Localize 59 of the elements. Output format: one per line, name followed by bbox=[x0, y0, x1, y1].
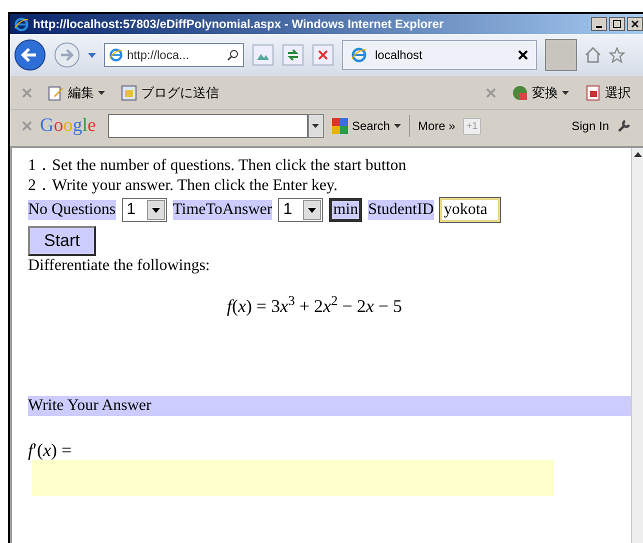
scroll-up-icon bbox=[634, 152, 642, 157]
edit-icon bbox=[48, 84, 64, 100]
instruction-text: 2．Write your answer. Then click the Enter key. bbox=[28, 176, 338, 196]
toolbar-label[interactable]: 変換 bbox=[532, 82, 558, 102]
close-button[interactable] bbox=[627, 17, 643, 31]
close-icon bbox=[631, 20, 639, 28]
caret-icon bbox=[152, 208, 160, 212]
maximize-icon bbox=[613, 20, 621, 28]
blog-icon bbox=[121, 84, 137, 100]
address-field[interactable]: http://loca... bbox=[104, 43, 244, 67]
browser-icon bbox=[14, 16, 29, 32]
globe-icon bbox=[512, 84, 528, 100]
dropdown-button[interactable] bbox=[308, 114, 324, 138]
formula: f(x) = 3x$^{3}$ + 2x$^{2}$ − 2x − 5 bbox=[226, 296, 402, 316]
window-title: http://localhost:57803/eDiffPolynomial.aspx - Windows Internet Explorer bbox=[33, 16, 444, 33]
document-icon bbox=[585, 84, 601, 100]
section-header: Write Your Answer bbox=[28, 396, 631, 416]
unit-label: min bbox=[329, 198, 362, 222]
sign-in-link[interactable]: Sign In bbox=[572, 117, 609, 135]
home-icon[interactable] bbox=[585, 47, 601, 63]
browser-icon bbox=[351, 47, 367, 63]
start-button[interactable]: Start bbox=[28, 226, 96, 256]
star-icon[interactable] bbox=[609, 47, 625, 63]
dropdown-select[interactable]: 1 bbox=[122, 198, 167, 222]
browser-icon bbox=[109, 48, 123, 62]
prompt-text: Differentiate the followings: bbox=[28, 256, 211, 276]
caret-icon[interactable] bbox=[88, 52, 96, 58]
caret-icon bbox=[308, 208, 316, 212]
field-label: StudentID bbox=[368, 200, 434, 220]
search-field[interactable] bbox=[108, 114, 308, 138]
toolbar-label[interactable]: ブログに送信 bbox=[141, 82, 219, 102]
caret-icon bbox=[312, 124, 320, 128]
instruction-text: 1．Set the number of questions. Then click the start button bbox=[28, 156, 408, 176]
dropdown-select[interactable]: 1 bbox=[278, 198, 324, 222]
refresh-icon[interactable] bbox=[282, 44, 304, 66]
more-button[interactable]: More » bbox=[418, 117, 456, 135]
scrollbar[interactable] bbox=[631, 148, 643, 543]
caret-icon bbox=[98, 90, 105, 94]
field-label: No Questions bbox=[28, 200, 116, 220]
stop-icon[interactable] bbox=[312, 44, 334, 66]
caret-icon bbox=[562, 90, 569, 94]
toolbar-label[interactable]: 編集 bbox=[68, 82, 94, 102]
field-label: TimeToAnswer bbox=[172, 200, 272, 220]
close-icon[interactable] bbox=[518, 50, 528, 60]
maximize-button[interactable] bbox=[609, 17, 625, 31]
search-button[interactable]: Search bbox=[352, 117, 390, 135]
search-icon[interactable] bbox=[227, 49, 239, 61]
forward-icon[interactable] bbox=[54, 42, 80, 68]
caret-icon bbox=[394, 124, 401, 128]
answer-label: f′(x) = bbox=[28, 440, 72, 460]
new-tab-button[interactable] bbox=[545, 39, 577, 71]
wrench-icon[interactable] bbox=[617, 119, 631, 133]
back-icon[interactable] bbox=[14, 39, 46, 71]
answer-field[interactable] bbox=[32, 460, 554, 496]
toolbar-label[interactable]: 選択 bbox=[605, 82, 631, 102]
google-icon bbox=[332, 118, 348, 134]
minimize-button[interactable] bbox=[591, 17, 607, 31]
student-id-field[interactable]: yokota bbox=[440, 198, 500, 222]
browser-tab[interactable]: localhost bbox=[342, 40, 537, 70]
